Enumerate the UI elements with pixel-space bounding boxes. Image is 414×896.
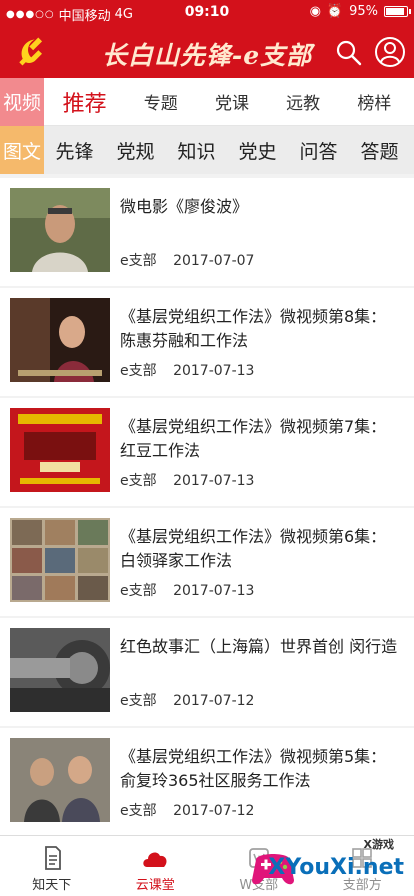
- watermark-small-text: X游戏: [363, 838, 394, 851]
- text-row-label: 图文: [0, 126, 44, 174]
- search-button[interactable]: [334, 38, 364, 68]
- video-thumbnail: [10, 738, 110, 822]
- article-source: e支部: [120, 583, 157, 599]
- article-title: 《基层党组织工作法》微视频第5集：俞复玲365社区服务工作法: [120, 747, 387, 790]
- article-title: 《基层党组织工作法》微视频第7集：红豆工作法: [120, 417, 387, 460]
- article-meta: e支部 2017-07-07: [120, 250, 266, 270]
- video-thumbnail: [10, 408, 110, 492]
- watermark-text: XYouXi.net: [268, 855, 404, 880]
- article-title: 《基层党组织工作法》微视频第6集：白领驿家工作法: [120, 527, 387, 570]
- article-meta: e支部 2017-07-13: [120, 470, 266, 490]
- article-date: 2017-07-07: [173, 253, 255, 269]
- status-bar: ●●●○○ 中国移动 4G 09:10 ◉ ⏰ 95%: [0, 0, 414, 26]
- tab-yuanjiao[interactable]: 远教: [286, 89, 320, 114]
- article-date: 2017-07-13: [173, 473, 255, 489]
- user-icon: [375, 37, 405, 67]
- video-row-label: 视频: [0, 77, 44, 126]
- tab-dati[interactable]: 答题: [360, 137, 398, 164]
- article-source: e支部: [120, 253, 157, 269]
- list-item[interactable]: 《基层党组织工作法》微视频第8集：陈惠芬融和工作法 e支部 2017-07-13: [0, 288, 414, 396]
- video-thumbnail: [10, 628, 110, 712]
- tab-zhishi[interactable]: 知识: [177, 137, 215, 164]
- article-title: 微电影《廖俊波》: [120, 197, 249, 216]
- battery-fill: [386, 8, 404, 15]
- document-icon: [44, 846, 61, 870]
- tab-zhitianxia[interactable]: 知天下: [0, 836, 104, 896]
- status-right: ◉ ⏰ 95%: [309, 4, 411, 19]
- article-source: e支部: [120, 693, 157, 709]
- article-meta: e支部 2017-07-12: [120, 800, 266, 820]
- list-item[interactable]: 《基层党组织工作法》微视频第6集：白领驿家工作法 e支部 2017-07-13: [0, 508, 414, 616]
- article-date: 2017-07-12: [173, 693, 255, 709]
- tab-wenda[interactable]: 问答: [299, 137, 337, 164]
- tab-tuijian[interactable]: 推荐: [63, 86, 107, 118]
- list-item[interactable]: 《基层党组织工作法》微视频第5集：俞复玲365社区服务工作法 e支部 2017-…: [0, 728, 414, 835]
- battery-percent: 95%: [349, 4, 378, 19]
- article-title: 红色故事汇（上海篇）世界首创 闵行造: [120, 637, 398, 656]
- cloud-icon: [143, 852, 167, 867]
- article-date: 2017-07-13: [173, 583, 255, 599]
- list-item[interactable]: 《基层党组织工作法》微视频第7集：红豆工作法 e支部 2017-07-13: [0, 398, 414, 506]
- article-source: e支部: [120, 803, 157, 819]
- text-category-row: 图文 先锋 党规 知识 党史 问答 答题: [0, 126, 414, 174]
- tab-xianfeng[interactable]: 先锋: [55, 137, 93, 164]
- video-category-row: 视频 推荐 专题 党课 远教 榜样: [0, 77, 414, 126]
- tab-yunketang[interactable]: 云课堂: [104, 836, 208, 896]
- video-thumbnail: [10, 188, 110, 272]
- article-source: e支部: [120, 363, 157, 379]
- tab-dangke[interactable]: 党课: [215, 89, 249, 114]
- list-item[interactable]: 微电影《廖俊波》 e支部 2017-07-07: [0, 178, 414, 286]
- article-title: 《基层党组织工作法》微视频第8集：陈惠芬融和工作法: [120, 307, 387, 350]
- video-thumbnail: [10, 518, 110, 602]
- article-meta: e支部 2017-07-12: [120, 690, 266, 710]
- article-meta: e支部 2017-07-13: [120, 580, 266, 600]
- rotation-lock-icon: ◉: [309, 4, 321, 19]
- article-date: 2017-07-12: [173, 803, 255, 819]
- tab-danggui[interactable]: 党规: [116, 137, 154, 164]
- app-header: 长白山先锋-e支部: [0, 26, 414, 78]
- text-categories: 先锋 党规 知识 党史 问答 答题: [44, 137, 414, 164]
- article-meta: e支部 2017-07-13: [120, 360, 266, 380]
- search-icon: [336, 40, 362, 66]
- user-button[interactable]: [374, 36, 406, 68]
- article-date: 2017-07-13: [173, 363, 255, 379]
- article-source: e支部: [120, 473, 157, 489]
- tab-dangshi[interactable]: 党史: [238, 137, 276, 164]
- video-thumbnail: [10, 298, 110, 382]
- battery-icon: [384, 6, 411, 17]
- list-item[interactable]: 红色故事汇（上海篇）世界首创 闵行造 e支部 2017-07-12: [0, 618, 414, 726]
- tab-bangyang[interactable]: 榜样: [357, 89, 391, 114]
- article-list: 微电影《廖俊波》 e支部 2017-07-07 《基层党组织工作法》微视频第8集…: [0, 178, 414, 835]
- tab-label: 知天下: [32, 878, 72, 893]
- tab-zhuanti[interactable]: 专题: [144, 89, 178, 114]
- video-categories: 推荐 专题 党课 远教 榜样: [44, 86, 414, 118]
- watermark: X游戏 XYouXi.net: [248, 838, 408, 890]
- tab-label: 云课堂: [135, 878, 175, 893]
- alarm-icon: ⏰: [326, 4, 344, 19]
